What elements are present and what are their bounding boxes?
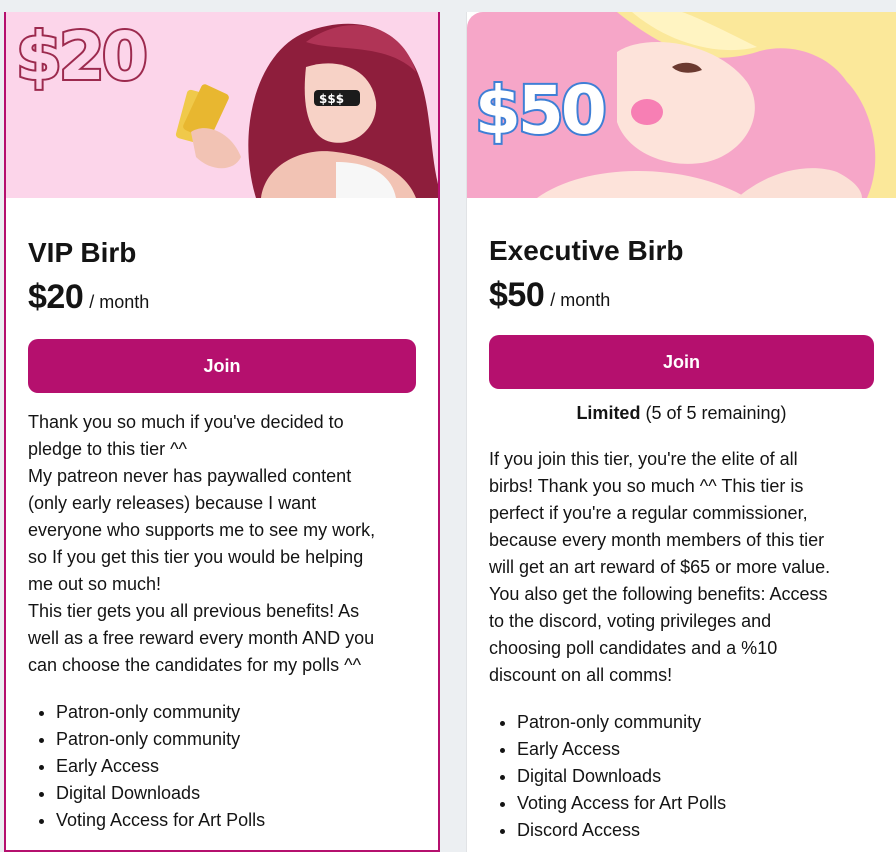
limited-label: Limited	[576, 403, 641, 423]
description-line: birbs! Thank you so much ^^ This tier is	[489, 476, 804, 496]
tier-price: $20 / month	[28, 278, 438, 317]
benefit-item: Voting Access for Art Polls	[517, 790, 896, 817]
tier-title: Executive Birb	[489, 235, 684, 266]
benefits-list: Patron-only community Early Access Digit…	[489, 709, 896, 844]
description-line: My patreon never has paywalled content	[28, 466, 352, 486]
benefits-list: Patron-only community Patron-only commun…	[28, 699, 438, 834]
description-line: (only early releases) because I want	[28, 493, 317, 513]
description-line: Thank you so much if you've decided to	[28, 412, 344, 432]
tier-price: $50 / month	[489, 276, 896, 315]
price-badge: $50	[473, 70, 609, 151]
tier-description: Thank you so much if you've decided to p…	[28, 409, 438, 679]
description-line: can choose the candidates for my polls ^…	[28, 655, 362, 675]
benefit-item: Voting Access for Art Polls	[56, 807, 438, 834]
limited-detail: (5 of 5 remaining)	[645, 403, 787, 423]
tier-banner-image: $$$ $20	[6, 12, 438, 198]
tier-card-vip-birb: $$$ $20 VIP Birb $20 / month Join Thank …	[4, 12, 440, 852]
description-line: pledge to this tier ^^	[28, 439, 187, 459]
description-line: will get an art reward of $65 or more va…	[489, 557, 831, 577]
benefit-item: Discord Access	[517, 817, 896, 844]
description-line: discount on all comms!	[489, 665, 673, 685]
tier-title: VIP Birb	[28, 237, 137, 268]
description-line: This tier gets you all previous benefits…	[28, 601, 360, 621]
benefit-item: Early Access	[517, 736, 896, 763]
description-line: You also get the following benefits: Acc…	[489, 584, 828, 604]
tier-description: If you join this tier, you're the elite …	[489, 446, 896, 689]
join-button[interactable]: Join	[489, 335, 874, 389]
description-line: choosing poll candidates and a %10	[489, 638, 778, 658]
join-button[interactable]: Join	[28, 339, 416, 393]
benefit-item: Patron-only community	[517, 709, 896, 736]
description-line: perfect if you're a regular commissioner…	[489, 503, 808, 523]
tier-banner-image: $50	[467, 12, 896, 198]
benefit-item: Digital Downloads	[517, 763, 896, 790]
benefit-item: Patron-only community	[56, 726, 438, 753]
benefit-item: Early Access	[56, 753, 438, 780]
price-badge: $20	[14, 16, 150, 97]
description-line: If you join this tier, you're the elite …	[489, 449, 798, 469]
benefit-item: Patron-only community	[56, 699, 438, 726]
benefit-item: Digital Downloads	[56, 780, 438, 807]
description-line: because every month members of this tier	[489, 530, 825, 550]
description-line: so If you get this tier you would be hel…	[28, 547, 364, 567]
description-line: well as a free reward every month AND yo…	[28, 628, 375, 648]
limited-availability: Limited (5 of 5 remaining)	[489, 403, 874, 424]
tier-card-executive-birb: $50 Executive Birb $50 / month Join Limi…	[466, 12, 896, 852]
description-line: to the discord, voting privileges and	[489, 611, 772, 631]
description-line: everyone who supports me to see my work,	[28, 520, 376, 540]
svg-text:$$$: $$$	[319, 92, 344, 106]
description-line: me out so much!	[28, 574, 162, 594]
price-period: / month	[550, 290, 611, 310]
price-amount: $20	[28, 278, 84, 316]
price-period: / month	[89, 292, 150, 312]
price-amount: $50	[489, 276, 545, 314]
